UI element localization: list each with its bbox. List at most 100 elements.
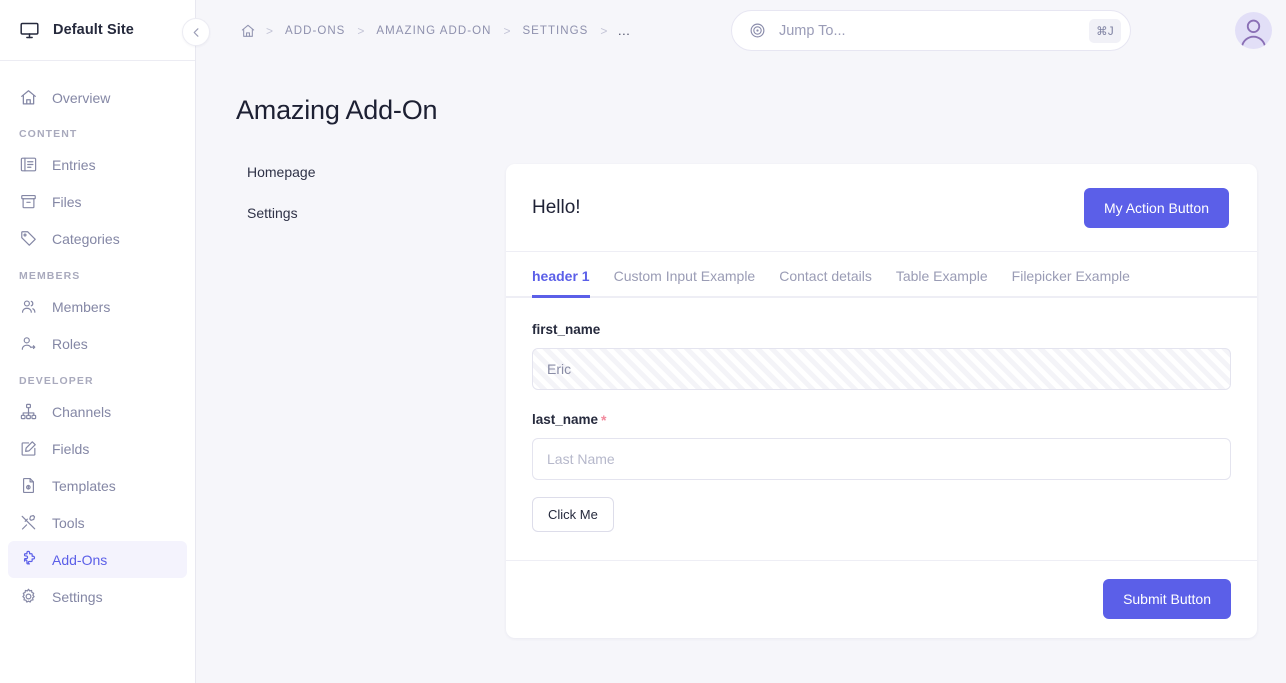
site-header[interactable]: Default Site bbox=[0, 0, 195, 61]
sidebar-item-label: Categories bbox=[52, 230, 120, 247]
entries-icon bbox=[19, 155, 38, 174]
tag-icon bbox=[19, 229, 38, 248]
sidebar-item-members[interactable]: Members bbox=[8, 288, 187, 325]
sidebar-item-channels[interactable]: Channels bbox=[8, 393, 187, 430]
roles-icon bbox=[19, 334, 38, 353]
sidebar-item-settings[interactable]: Settings bbox=[8, 578, 187, 615]
search-input[interactable] bbox=[765, 21, 1090, 40]
sidebar-item-files[interactable]: Files bbox=[8, 183, 187, 220]
templates-icon bbox=[19, 476, 38, 495]
breadcrumb-separator: > bbox=[503, 23, 511, 38]
card-form: first_name last_name * Click Me bbox=[506, 298, 1257, 560]
last-name-input[interactable] bbox=[532, 438, 1231, 480]
card-header: Hello! My Action Button bbox=[506, 164, 1257, 252]
field-last-name: last_name * bbox=[532, 412, 1231, 480]
subnav-item-settings[interactable]: Settings bbox=[247, 205, 506, 221]
jump-to-search[interactable]: ⌘J bbox=[730, 10, 1131, 51]
site-name: Default Site bbox=[53, 22, 134, 38]
sidebar-item-label: Members bbox=[52, 298, 111, 315]
my-action-button[interactable]: My Action Button bbox=[1083, 188, 1229, 228]
card-title: Hello! bbox=[532, 197, 581, 218]
breadcrumb-separator: > bbox=[266, 23, 274, 38]
tab-table-example[interactable]: Table Example bbox=[896, 268, 988, 298]
fields-icon bbox=[19, 439, 38, 458]
app-root: Default Site Overview CONTENT Entries Fi… bbox=[0, 0, 1286, 683]
sidebar-item-label: Fields bbox=[52, 440, 90, 457]
nav-group-developer: DEVELOPER Channels Fields Templates Tool… bbox=[0, 375, 195, 615]
sidebar-item-label: Settings bbox=[52, 588, 103, 605]
sidebar-collapse-button[interactable] bbox=[182, 18, 210, 46]
field-first-name: first_name bbox=[532, 322, 1231, 390]
breadcrumb-separator: > bbox=[357, 23, 365, 38]
sidebar-item-label: Overview bbox=[52, 89, 111, 106]
nav-group-content: CONTENT Entries Files Categories bbox=[0, 128, 195, 257]
breadcrumb-item-amazing-add-on[interactable]: AMAZING ADD-ON bbox=[366, 25, 501, 37]
click-me-button[interactable]: Click Me bbox=[532, 497, 614, 532]
field-label-first-name: first_name bbox=[532, 322, 1231, 337]
card-tabs: header 1 Custom Input Example Contact de… bbox=[506, 252, 1257, 298]
sidebar-item-categories[interactable]: Categories bbox=[8, 220, 187, 257]
monitor-icon bbox=[19, 20, 40, 41]
sidebar: Default Site Overview CONTENT Entries Fi… bbox=[0, 0, 196, 683]
sidebar-item-label: Entries bbox=[52, 156, 96, 173]
nav-group-members: MEMBERS Members Roles bbox=[0, 270, 195, 362]
nav-group-label-developer: DEVELOPER bbox=[19, 375, 94, 387]
files-icon bbox=[19, 192, 38, 211]
tab-contact-details[interactable]: Contact details bbox=[779, 268, 872, 298]
user-avatar-icon bbox=[1235, 12, 1272, 49]
sidebar-item-fields[interactable]: Fields bbox=[8, 430, 187, 467]
main-area: > ADD-ONS > AMAZING ADD-ON > SETTINGS > … bbox=[196, 0, 1286, 683]
content-columns: Homepage Settings Hello! My Action Butto… bbox=[236, 164, 1286, 638]
sidebar-item-templates[interactable]: Templates bbox=[8, 467, 187, 504]
nav-group-overview: Overview bbox=[0, 79, 195, 116]
gear-icon bbox=[19, 587, 38, 606]
puzzle-icon bbox=[19, 550, 38, 569]
addon-subnav: Homepage Settings bbox=[236, 164, 506, 638]
subnav-item-homepage[interactable]: Homepage bbox=[247, 164, 506, 180]
breadcrumb-home[interactable] bbox=[236, 23, 264, 39]
tools-icon bbox=[19, 513, 38, 532]
sidebar-nav: Overview CONTENT Entries Files Categorie… bbox=[0, 61, 195, 615]
breadcrumb-item-settings[interactable]: SETTINGS bbox=[512, 25, 598, 37]
home-icon bbox=[19, 88, 38, 107]
nav-group-label-members: MEMBERS bbox=[19, 270, 81, 282]
sidebar-item-label: Tools bbox=[52, 514, 85, 531]
breadcrumb-item-more[interactable]: … bbox=[609, 23, 641, 38]
breadcrumb-item-add-ons[interactable]: ADD-ONS bbox=[275, 25, 355, 37]
sidebar-item-label: Roles bbox=[52, 335, 88, 352]
tab-header-1[interactable]: header 1 bbox=[532, 268, 590, 298]
tab-filepicker-example[interactable]: Filepicker Example bbox=[1012, 268, 1130, 298]
sidebar-item-roles[interactable]: Roles bbox=[8, 325, 187, 362]
sidebar-item-label: Add-Ons bbox=[52, 551, 108, 568]
tab-custom-input-example[interactable]: Custom Input Example bbox=[614, 268, 756, 298]
nav-group-label-content: CONTENT bbox=[19, 128, 78, 140]
topbar: > ADD-ONS > AMAZING ADD-ON > SETTINGS > … bbox=[196, 0, 1286, 61]
breadcrumb-separator: > bbox=[600, 23, 608, 38]
home-icon bbox=[240, 23, 256, 39]
chevron-left-icon bbox=[191, 27, 202, 38]
submit-button[interactable]: Submit Button bbox=[1103, 579, 1231, 619]
required-asterisk: * bbox=[601, 411, 607, 428]
page-title: Amazing Add-On bbox=[236, 95, 438, 125]
addon-card: Hello! My Action Button header 1 Custom … bbox=[506, 164, 1257, 638]
sidebar-item-entries[interactable]: Entries bbox=[8, 146, 187, 183]
card-footer: Submit Button bbox=[506, 560, 1257, 638]
sidebar-item-label: Templates bbox=[52, 477, 116, 494]
sidebar-item-label: Files bbox=[52, 193, 82, 210]
search-wrapper: ⌘J bbox=[641, 10, 1221, 51]
field-label-text: first_name bbox=[532, 322, 601, 337]
target-icon bbox=[749, 22, 766, 39]
sidebar-item-add-ons[interactable]: Add-Ons bbox=[8, 541, 187, 578]
avatar[interactable] bbox=[1235, 12, 1272, 49]
first-name-input[interactable] bbox=[532, 348, 1231, 390]
breadcrumb: > ADD-ONS > AMAZING ADD-ON > SETTINGS > … bbox=[236, 23, 641, 39]
channels-icon bbox=[19, 402, 38, 421]
members-icon bbox=[19, 297, 38, 316]
field-label-text: last_name bbox=[532, 412, 599, 427]
page-content: Amazing Add-On Homepage Settings Hello! … bbox=[196, 95, 1286, 638]
sidebar-item-tools[interactable]: Tools bbox=[8, 504, 187, 541]
sidebar-item-label: Channels bbox=[52, 403, 112, 420]
field-label-last-name: last_name * bbox=[532, 412, 1231, 427]
sidebar-item-overview[interactable]: Overview bbox=[8, 79, 187, 116]
search-shortcut-badge: ⌘J bbox=[1089, 18, 1121, 43]
